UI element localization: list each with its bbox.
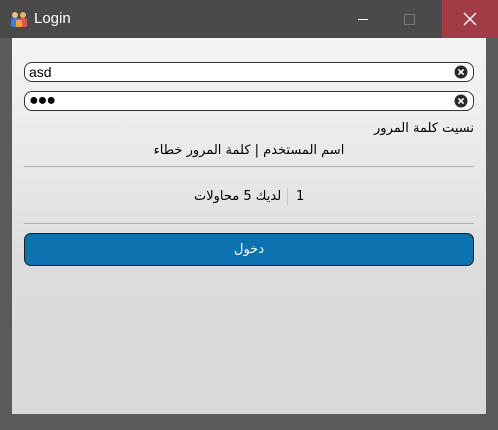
maximize-icon (403, 13, 415, 25)
clear-icon[interactable] (454, 65, 468, 79)
minimize-icon (358, 18, 368, 20)
attempts-row: لديك 5 محاولات 1 (12, 188, 486, 206)
attempts-separator (287, 188, 288, 206)
forgot-password-link[interactable]: نسيت كلمة المرور (374, 121, 474, 136)
close-icon (463, 12, 477, 26)
divider (24, 166, 474, 167)
users-icon (11, 12, 27, 27)
attempts-count: 1 (296, 189, 305, 204)
password-value: ●●● (29, 92, 56, 109)
maximize-button[interactable] (386, 0, 432, 38)
title-bar[interactable]: Login (0, 0, 498, 38)
clear-icon[interactable] (454, 94, 468, 108)
login-button[interactable]: دخول (24, 233, 474, 266)
error-message: اسم المستخدم | كلمة المرور خطاء (153, 143, 345, 158)
divider (24, 223, 474, 224)
minimize-button[interactable] (340, 0, 386, 38)
login-form: asd ●●● نسيت كلمة المرور اسم المستخدم | … (12, 38, 486, 414)
close-button[interactable] (442, 0, 498, 38)
username-value: asd (29, 64, 52, 80)
window-title: Login (34, 10, 71, 27)
attempts-label: لديك 5 محاولات (194, 189, 282, 204)
login-window: Login asd ●●● نسيت كلمة المرور اسم المست… (0, 0, 498, 430)
username-input[interactable]: asd (24, 62, 474, 82)
password-input[interactable]: ●●● (24, 91, 474, 111)
